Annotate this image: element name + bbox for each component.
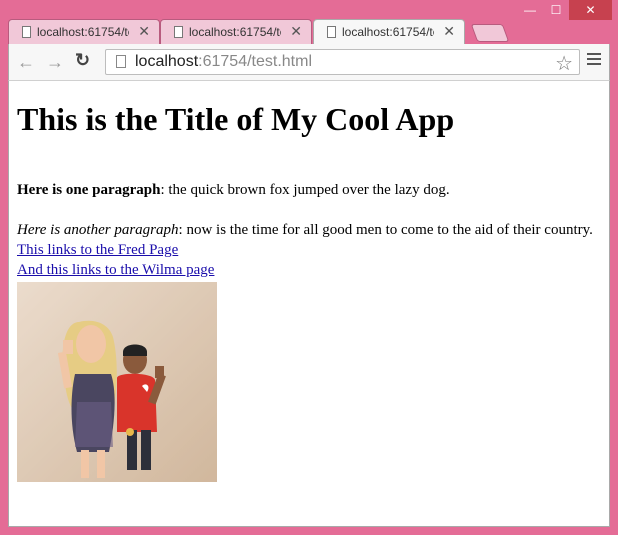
back-icon[interactable]: ← bbox=[17, 52, 35, 72]
fred-page-link[interactable]: This links to the Fred Page bbox=[17, 242, 178, 259]
reload-icon[interactable]: ↻ bbox=[75, 50, 90, 70]
tab-1[interactable]: localhost:61754/tes ✕ bbox=[8, 19, 160, 45]
close-window-button[interactable]: ✕ bbox=[569, 0, 612, 20]
wilma-page-link[interactable]: And this links to the Wilma page bbox=[17, 262, 214, 279]
browser-window: — ☐ ✕ localhost:61754/tes ✕ localhost:61… bbox=[0, 0, 618, 535]
tab-strip: localhost:61754/tes ✕ localhost:61754/te… bbox=[8, 19, 608, 45]
tab-close-icon[interactable]: ✕ bbox=[138, 23, 150, 40]
minimize-icon: — bbox=[524, 3, 536, 17]
page-favicon-icon bbox=[174, 26, 183, 38]
tab-close-icon[interactable]: ✕ bbox=[443, 23, 455, 40]
photo-illustration bbox=[17, 282, 217, 482]
paragraph-two: Here is another paragraph: now is the ti… bbox=[17, 222, 593, 238]
url-text: localhost:61754/test.html bbox=[135, 53, 312, 70]
page-favicon-icon bbox=[327, 26, 336, 38]
forward-icon[interactable]: → bbox=[46, 52, 64, 72]
tab-title: localhost:61754/tes bbox=[37, 25, 129, 39]
chrome-menu-icon[interactable] bbox=[587, 53, 601, 68]
close-icon: ✕ bbox=[585, 3, 596, 17]
maximize-icon: ☐ bbox=[550, 3, 562, 17]
page-content: This is the Title of My Cool App Here is… bbox=[8, 80, 610, 527]
address-bar[interactable]: localhost:61754/test.html ☆ bbox=[105, 49, 580, 75]
tab-title: localhost:61754/tes bbox=[342, 25, 434, 39]
page-title: This is the Title of My Cool App bbox=[17, 101, 455, 137]
tab-3-active[interactable]: localhost:61754/tes ✕ bbox=[313, 19, 465, 45]
page-icon bbox=[116, 55, 126, 68]
tab-2[interactable]: localhost:61754/tes ✕ bbox=[160, 19, 312, 45]
new-tab-button[interactable] bbox=[470, 24, 510, 42]
bookmark-star-icon[interactable]: ☆ bbox=[555, 51, 573, 76]
window-controls: — ☐ ✕ bbox=[517, 0, 612, 20]
photo-image bbox=[17, 282, 217, 482]
page-favicon-icon bbox=[22, 26, 31, 38]
minimize-button[interactable]: — bbox=[517, 0, 543, 20]
tab-close-icon[interactable]: ✕ bbox=[290, 23, 302, 40]
tab-title: localhost:61754/tes bbox=[189, 25, 281, 39]
paragraph-one: Here is one paragraph: the quick brown f… bbox=[17, 182, 450, 198]
browser-toolbar: ← → ↻ localhost:61754/test.html ☆ bbox=[8, 44, 610, 80]
maximize-button[interactable]: ☐ bbox=[543, 0, 569, 20]
